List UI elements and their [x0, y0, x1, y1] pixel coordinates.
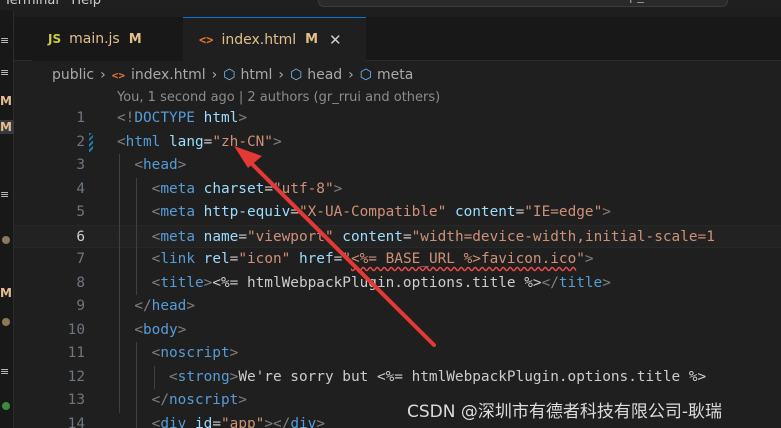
annotation-arrow [234, 146, 436, 347]
watermark: CSDN @深圳市有德者科技有限公司-耿瑞 [407, 402, 723, 422]
